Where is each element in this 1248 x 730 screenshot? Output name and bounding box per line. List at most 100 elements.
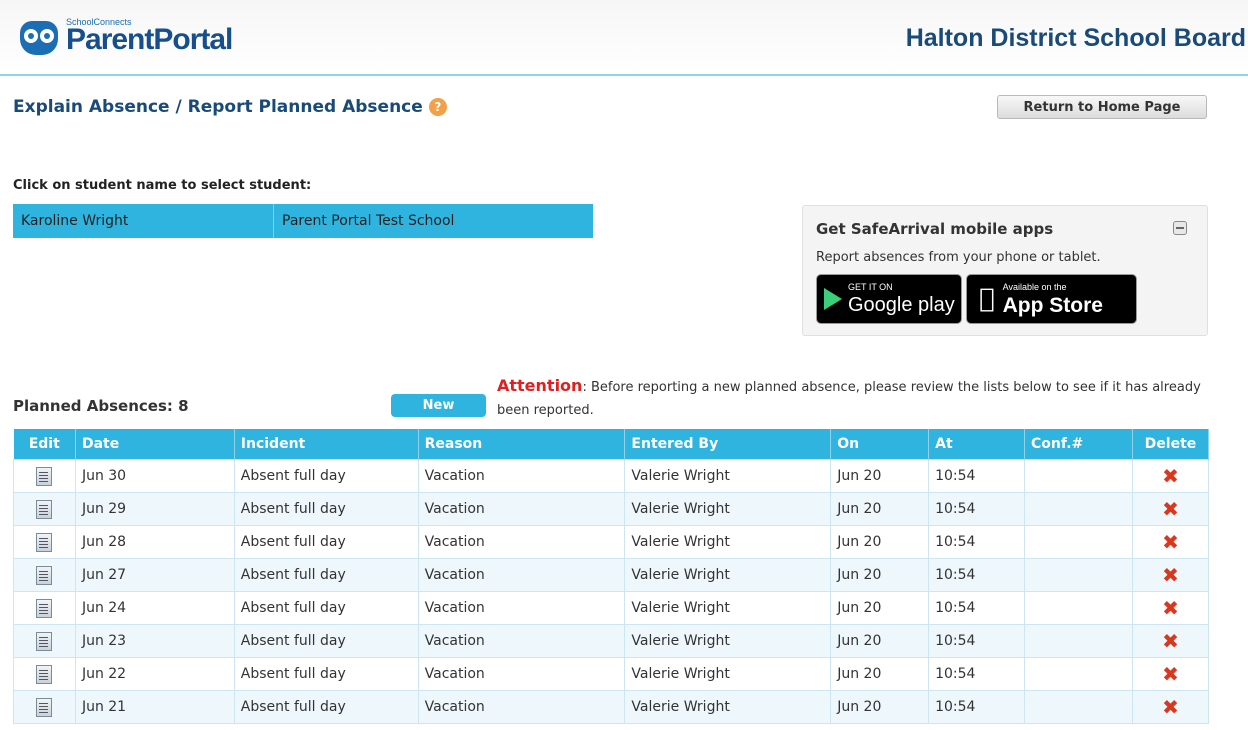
cell-date: Jun 21 (74, 690, 235, 724)
col-header-entered-by: Entered By (624, 429, 832, 460)
edit-note-icon[interactable] (36, 499, 53, 519)
parent-portal-logo[interactable]: SchoolConnects ParentPortal (18, 14, 233, 60)
edit-note-icon[interactable] (36, 697, 53, 717)
delete-x-icon[interactable]: ✖ (1162, 596, 1179, 620)
delete-x-icon[interactable]: ✖ (1162, 629, 1179, 653)
edit-note-icon[interactable] (36, 631, 53, 651)
cell-entered-by: Valerie Wright (624, 525, 832, 559)
google-play-button[interactable]: GET IT ON Google play (816, 274, 962, 324)
cell-reason: Vacation (417, 558, 626, 592)
cell-delete: ✖ (1131, 525, 1210, 559)
student-row[interactable]: Karoline Wright Parent Portal Test Schoo… (13, 204, 593, 238)
cell-incident: Absent full day (233, 558, 419, 592)
cell-reason: Vacation (417, 624, 626, 658)
page-title-text: Explain Absence / Report Planned Absence (13, 97, 423, 117)
col-header-delete: Delete (1132, 429, 1210, 460)
cell-edit (13, 657, 76, 691)
owl-logo-icon (18, 17, 60, 57)
col-header-date: Date (75, 429, 235, 460)
cell-conf (1024, 492, 1133, 526)
cell-entered-by: Valerie Wright (624, 657, 832, 691)
cell-edit (13, 492, 76, 526)
cell-incident: Absent full day (233, 690, 419, 724)
cell-incident: Absent full day (233, 492, 419, 526)
cell-at: 10:54 (928, 657, 1026, 691)
student-name[interactable]: Karoline Wright (13, 204, 274, 238)
apps-panel-subtitle: Report absences from your phone or table… (816, 250, 1101, 265)
delete-x-icon[interactable]: ✖ (1162, 530, 1179, 554)
cell-entered-by: Valerie Wright (624, 459, 832, 493)
table-row: Jun 21 Absent full day Vacation Valerie Wri… (13, 690, 1210, 724)
cell-on: Jun 20 (830, 690, 930, 724)
table-header-row: Edit Date Incident Reason Entered By On … (13, 429, 1210, 460)
cell-conf (1024, 525, 1133, 559)
delete-x-icon[interactable]: ✖ (1162, 563, 1179, 587)
cell-edit (13, 690, 76, 724)
table-row: Jun 27 Absent full day Vacation Valerie Wri… (13, 558, 1210, 592)
cell-entered-by: Valerie Wright (624, 624, 832, 658)
cell-reason: Vacation (417, 690, 626, 724)
cell-conf (1024, 624, 1133, 658)
apps-panel-title: Get SafeArrival mobile apps (816, 220, 1054, 238)
cell-conf (1024, 591, 1133, 625)
apple-icon:  (979, 284, 995, 314)
edit-note-icon[interactable] (36, 565, 53, 585)
edit-note-icon[interactable] (36, 532, 53, 552)
cell-entered-by: Valerie Wright (624, 492, 832, 526)
cell-incident: Absent full day (233, 591, 419, 625)
mobile-apps-panel: Get SafeArrival mobile apps Report absen… (802, 205, 1208, 336)
cell-date: Jun 27 (74, 558, 235, 592)
table-row: Jun 24 Absent full day Vacation Valerie Wri… (13, 591, 1210, 625)
select-student-label: Click on student name to select student: (13, 178, 312, 193)
cell-at: 10:54 (928, 492, 1026, 526)
delete-x-icon[interactable]: ✖ (1162, 464, 1179, 488)
cell-edit (13, 624, 76, 658)
help-icon[interactable]: ? (428, 98, 447, 116)
cell-conf (1024, 459, 1133, 493)
attention-text: : Before reporting a new planned absence… (497, 380, 1201, 418)
collapse-icon[interactable] (1173, 221, 1187, 235)
cell-edit (13, 558, 76, 592)
cell-incident: Absent full day (233, 624, 419, 658)
app-store-small-text: Available on the (987, 281, 1067, 292)
cell-reason: Vacation (417, 492, 626, 526)
cell-at: 10:54 (928, 690, 1026, 724)
cell-conf (1024, 690, 1133, 724)
cell-at: 10:54 (928, 525, 1026, 559)
col-header-incident: Incident (234, 429, 419, 460)
cell-incident: Absent full day (233, 459, 419, 493)
cell-conf (1024, 657, 1133, 691)
planned-absences-count: Planned Absences: 8 (13, 397, 189, 415)
cell-reason: Vacation (417, 591, 626, 625)
edit-note-icon[interactable] (36, 664, 53, 684)
cell-date: Jun 29 (74, 492, 235, 526)
cell-at: 10:54 (928, 591, 1026, 625)
app-store-big-text: App Store (987, 293, 1103, 317)
cell-at: 10:54 (928, 624, 1026, 658)
cell-date: Jun 23 (74, 624, 235, 658)
google-play-small-text: GET IT ON (848, 282, 893, 292)
col-header-reason: Reason (418, 429, 626, 460)
cell-on: Jun 20 (830, 591, 930, 625)
new-absence-button[interactable]: New (391, 394, 486, 417)
cell-incident: Absent full day (233, 657, 419, 691)
student-school[interactable]: Parent Portal Test School (274, 204, 593, 238)
delete-x-icon[interactable]: ✖ (1162, 695, 1179, 719)
app-store-button[interactable]:  Available on the App Store (966, 274, 1137, 324)
attention-message: Attention: Before reporting a new planne… (497, 374, 1217, 422)
edit-note-icon[interactable] (36, 598, 53, 618)
delete-x-icon[interactable]: ✖ (1162, 662, 1179, 686)
app-header: SchoolConnects ParentPortal Halton Distr… (0, 0, 1248, 76)
cell-entered-by: Valerie Wright (624, 690, 832, 724)
table-row: Jun 22 Absent full day Vacation Valerie Wri… (13, 657, 1210, 691)
table-row: Jun 29 Absent full day Vacation Valerie Wri… (13, 492, 1210, 526)
edit-note-icon[interactable] (36, 466, 53, 486)
cell-date: Jun 30 (74, 459, 235, 493)
delete-x-icon[interactable]: ✖ (1162, 497, 1179, 521)
return-home-button[interactable]: Return to Home Page (997, 95, 1207, 119)
cell-entered-by: Valerie Wright (624, 591, 832, 625)
cell-delete: ✖ (1131, 690, 1210, 724)
google-play-big-text: Google play (848, 294, 955, 316)
cell-on: Jun 20 (830, 624, 930, 658)
col-header-conf: Conf.# (1024, 429, 1133, 460)
